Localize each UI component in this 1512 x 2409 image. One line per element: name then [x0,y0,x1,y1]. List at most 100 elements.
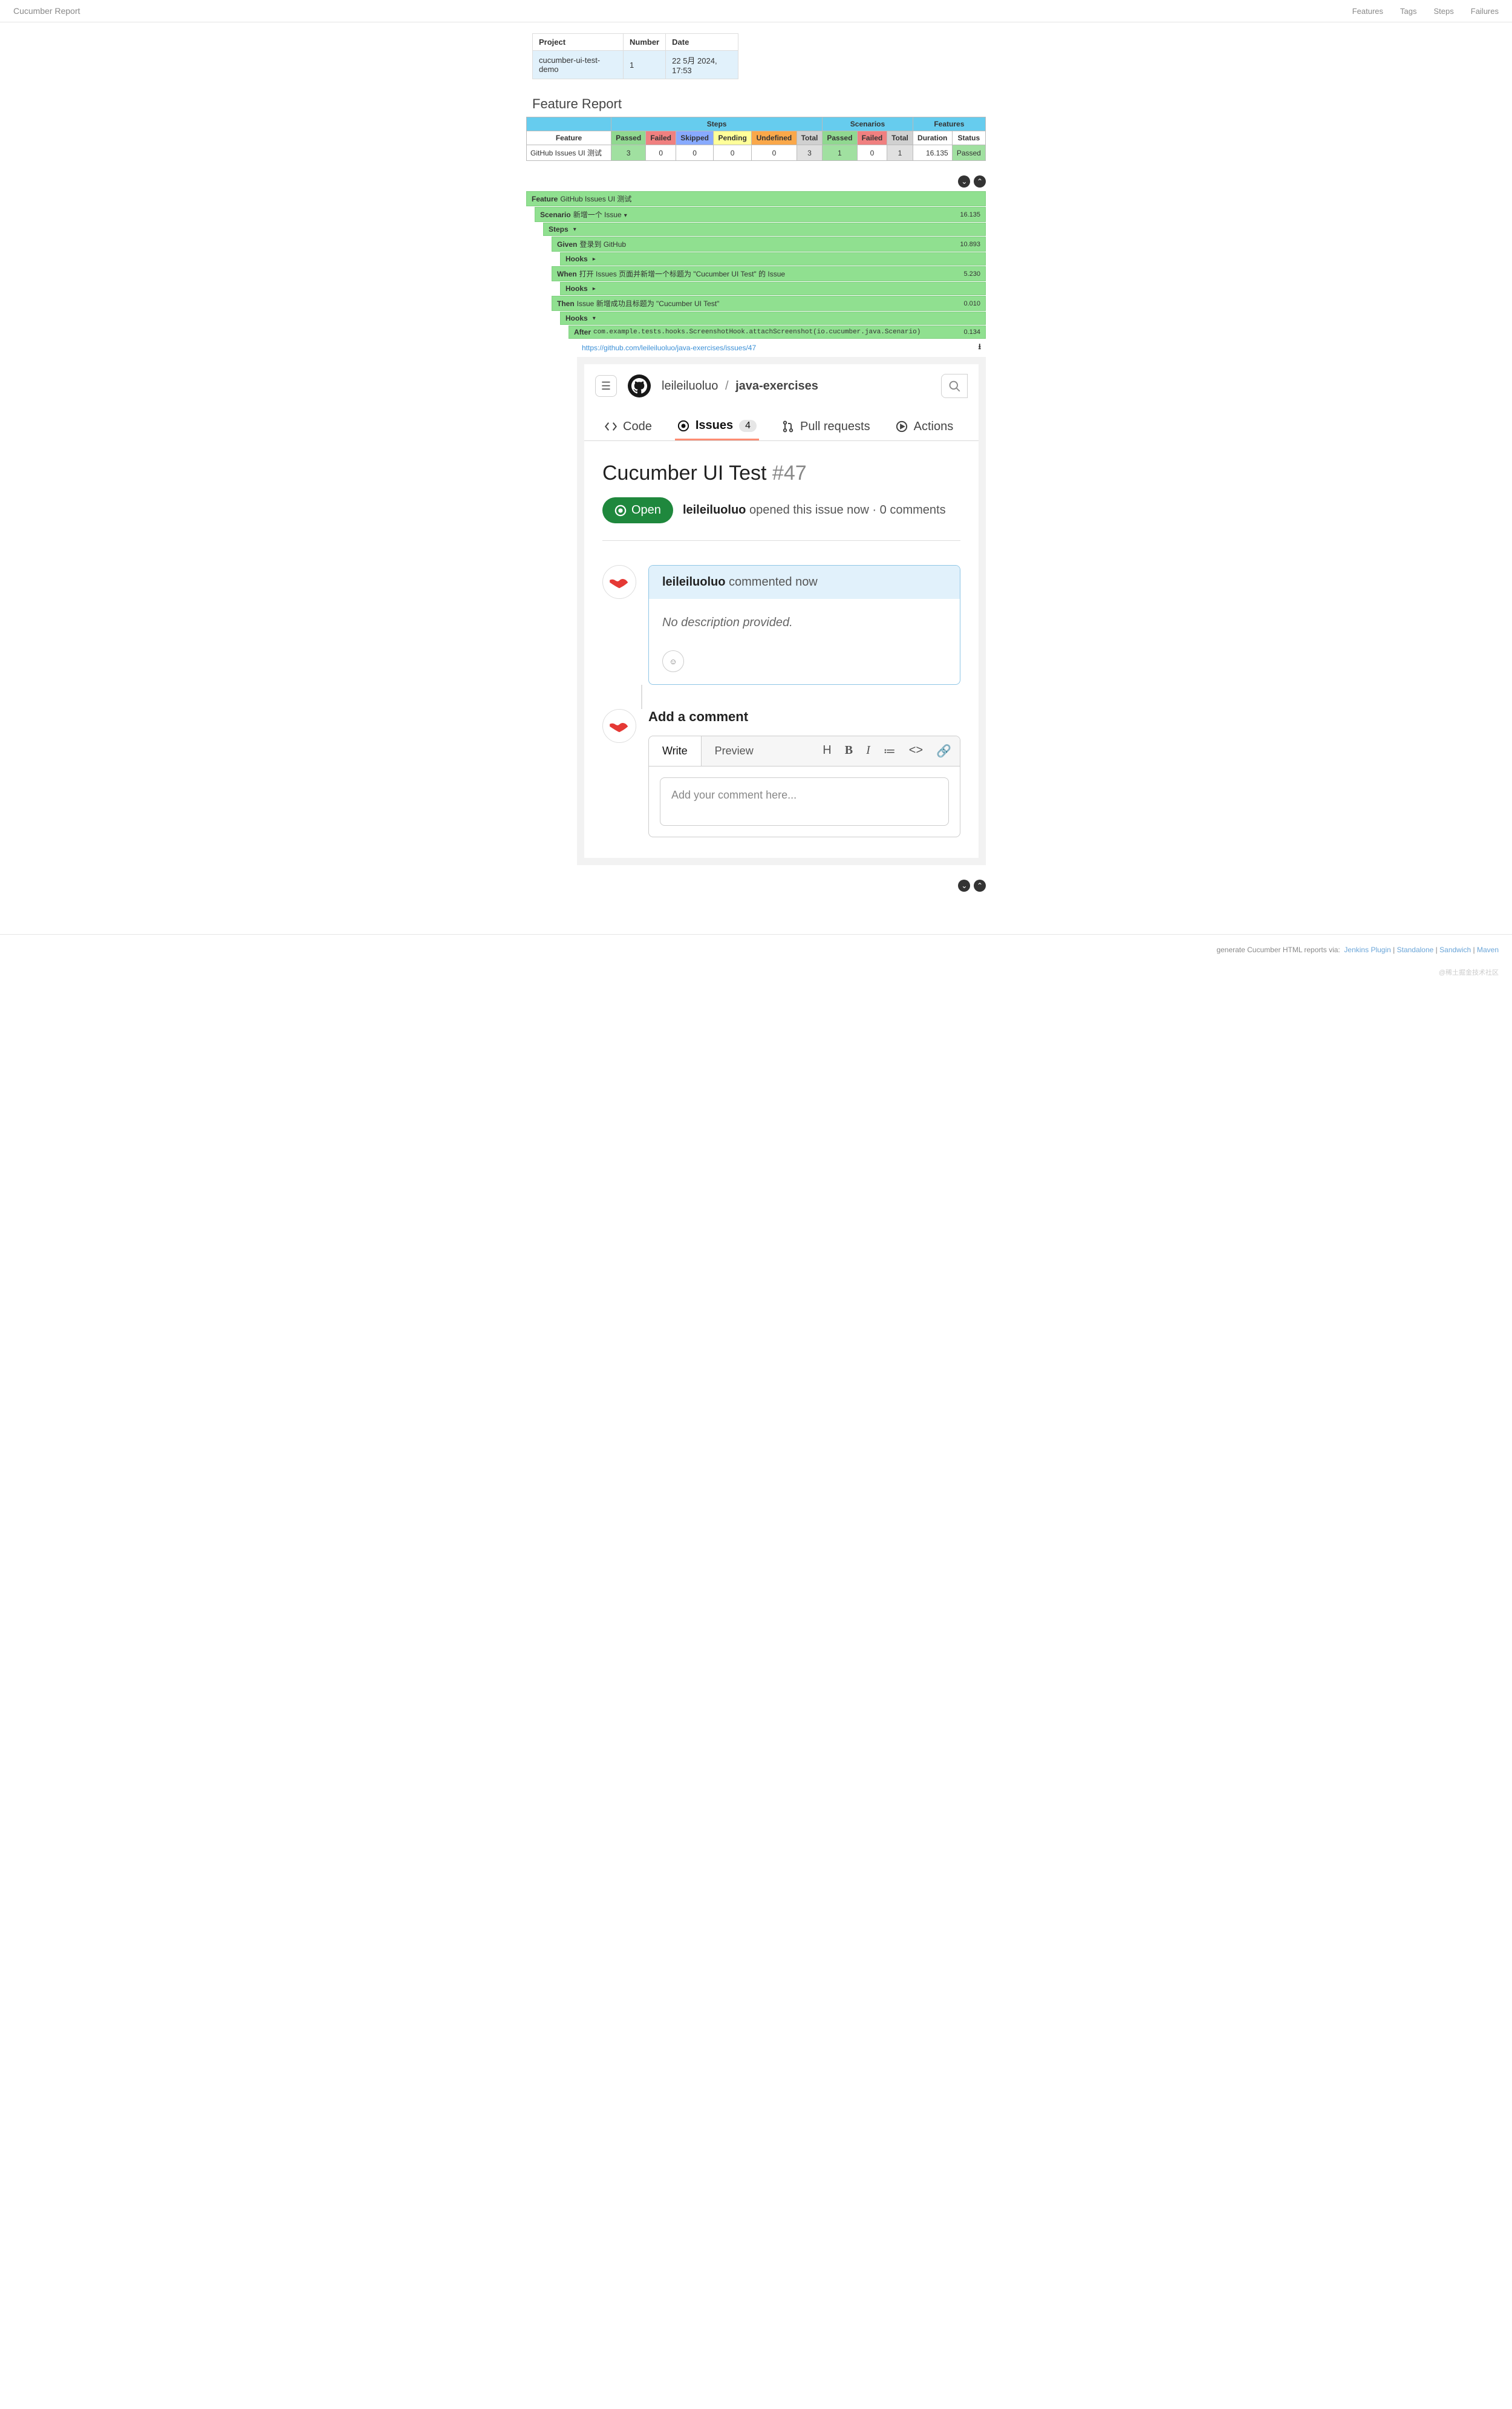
project-row: cucumber-ui-test-demo 1 22 5月 2024, 17:5… [533,51,738,79]
step-given-dur: 10.893 [960,241,980,248]
after-kw: After [574,328,591,336]
tab-pulls-label: Pull requests [800,420,870,434]
avatar[interactable] [602,565,636,599]
tab-issues-label: Issues [696,419,733,433]
italic-icon[interactable]: I [866,744,870,759]
attachment-link[interactable]: https://github.com/leileiluoluo/java-exe… [582,344,978,352]
cell-feature-name[interactable]: GitHub Issues UI 测试 [527,145,611,161]
th-failed: Failed [646,131,676,145]
hooks-bar-3[interactable]: Hooks ▾ [560,312,986,325]
heading-icon[interactable]: H [823,744,831,759]
steps-bar[interactable]: Steps ▾ [543,223,986,236]
th-project: Project [533,34,624,51]
code-icon[interactable]: <> [909,744,923,759]
cell-date: 22 5月 2024, 17:53 [666,51,738,79]
step-given-kw: Given [557,240,577,249]
footer-link-jenkins[interactable]: Jenkins Plugin [1344,946,1390,954]
cell-passed: 3 [611,145,646,161]
meta-author[interactable]: leileiluoluo [683,503,746,517]
tab-issues-count: 4 [739,420,757,432]
collapse-all-button[interactable]: ⌃ [974,175,986,188]
step-when-bar[interactable]: When 打开 Issues 页面并新增一个标题为 "Cucumber UI T… [552,266,986,281]
github-logo-icon[interactable] [628,374,651,397]
nav-features[interactable]: Features [1352,7,1383,16]
steps-label: Steps [549,225,569,234]
th-date: Date [666,34,738,51]
tab-actions[interactable]: Actions [893,414,956,440]
comment-bubble: leileiluoluo commented now No descriptio… [648,565,960,685]
nav-failures[interactable]: Failures [1471,7,1499,16]
comment-footer: ☺ [649,647,960,684]
step-then-kw: Then [557,299,575,308]
tab-write[interactable]: Write [649,736,702,766]
tab-pulls[interactable]: Pull requests [780,414,873,440]
nav-links: Features Tags Steps Failures [1352,7,1499,16]
hooks-label: Hooks [565,284,588,293]
collapse-all-button[interactable]: ⌃ [974,880,986,892]
step-given-bar[interactable]: Given 登录到 GitHub 10.893 [552,237,986,252]
hooks-label: Hooks [565,255,588,263]
issue-number: #47 [772,462,807,485]
cell-sfailed: 0 [857,145,887,161]
tab-code[interactable]: Code [602,414,654,440]
page-footer: generate Cucumber HTML reports via: Jenk… [0,934,1512,965]
repo-name[interactable]: java-exercises [735,379,818,393]
chevron-down-icon: ▾ [624,212,627,219]
expand-all-button[interactable]: ⌄ [958,175,970,188]
hooks-bar-2[interactable]: Hooks ▸ [560,282,986,295]
cell-spassed: 1 [823,145,857,161]
tab-issues[interactable]: Issues 4 [675,413,759,440]
bold-icon[interactable]: B [845,744,853,759]
nav-steps[interactable]: Steps [1434,7,1454,16]
nav-tags[interactable]: Tags [1400,7,1416,16]
cell-undefined: 0 [752,145,797,161]
avatar[interactable] [602,709,636,743]
list-icon[interactable]: ≔ [884,744,896,759]
download-icon[interactable]: ⭳ [978,341,981,355]
comment-body: No description provided. [649,599,960,647]
th-steps-group: Steps [611,117,823,131]
search-icon[interactable] [941,374,968,398]
attachment-row: https://github.com/leileiluoluo/java-exe… [577,339,986,357]
breadcrumb: leileiluoluo / java-exercises [662,379,818,393]
expand-controls-top: ⌄ ⌃ [526,175,986,188]
after-hook-bar[interactable]: After com.example.tests.hooks.Screenshot… [569,325,986,339]
step-then-bar[interactable]: Then Issue 新增成功且标题为 "Cucumber UI Test" 0… [552,296,986,311]
repo-owner[interactable]: leileiluoluo [662,379,718,393]
issue-title-text: Cucumber UI Test [602,462,766,485]
th-number: Number [624,34,666,51]
comment-author[interactable]: leileiluoluo [662,575,725,589]
footer-link-standalone[interactable]: Standalone [1397,946,1434,954]
expand-all-button[interactable]: ⌄ [958,880,970,892]
cell-stotal: 1 [887,145,913,161]
issue-title: Cucumber UI Test #47 [602,462,960,485]
chevron-right-icon: ▸ [593,256,596,263]
th-spassed: Passed [823,131,857,145]
th-sfailed: Failed [857,131,887,145]
crumb-separator: / [725,379,729,393]
tab-preview[interactable]: Preview [702,736,767,766]
cell-status: Passed [952,145,985,161]
top-navbar: Cucumber Report Features Tags Steps Fail… [0,0,1512,22]
th-feature: Feature [527,131,611,145]
hooks-bar-1[interactable]: Hooks ▸ [560,252,986,266]
th-undefined: Undefined [752,131,797,145]
tab-actions-label: Actions [914,420,954,434]
comment-when: commented now [729,575,818,589]
cell-duration: 16.135 [913,145,952,161]
feature-bar[interactable]: Feature GitHub Issues UI 测试 [526,191,986,206]
emoji-icon[interactable]: ☺ [662,650,684,672]
footer-text: generate Cucumber HTML reports via: [1216,946,1340,954]
scenario-keyword: Scenario [540,211,571,219]
footer-link-sandwich[interactable]: Sandwich [1439,946,1471,954]
comment-input[interactable]: Add your comment here... [660,777,949,826]
th-stotal: Total [887,131,913,145]
section-title: Feature Report [532,96,986,112]
step-then-dur: 0.010 [963,300,980,307]
th-pending: Pending [714,131,752,145]
th-skipped: Skipped [676,131,714,145]
footer-link-maven[interactable]: Maven [1477,946,1499,954]
scenario-bar[interactable]: Scenario 新增一个 Issue▾ 16.135 [535,207,986,222]
link-icon[interactable]: 🔗 [936,744,951,759]
hamburger-icon[interactable]: ☰ [595,375,617,397]
